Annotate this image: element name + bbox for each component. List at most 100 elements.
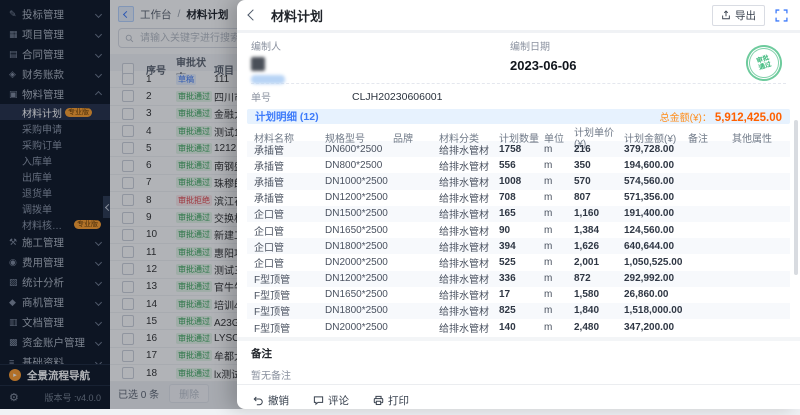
cell-spec: DN1000*2500 — [325, 176, 393, 187]
col-unit: 单位 — [544, 130, 574, 145]
cell-qty: 394 — [499, 241, 544, 252]
cell-category: 给排水管材 — [439, 206, 499, 221]
table-row: 承插管 DN1000*2500 给排水管材 1008 m 570 574,560… — [247, 173, 790, 189]
cell-price: 570 — [574, 176, 624, 187]
cell-category: 给排水管材 — [439, 223, 499, 238]
cell-spec: DN600*2500 — [325, 144, 393, 155]
detail-section-title: 计划明细 (12) — [255, 109, 319, 124]
cell-unit: m — [544, 208, 574, 219]
cell-amount: 292,992.00 — [624, 273, 688, 284]
cell-qty: 140 — [499, 322, 544, 333]
order-label: 单号 — [251, 89, 352, 104]
cell-material-name: 企口管 — [247, 239, 325, 254]
cell-qty: 165 — [499, 208, 544, 219]
cell-category: 给排水管材 — [439, 190, 499, 205]
creator-avatar — [251, 57, 265, 71]
cell-price: 807 — [574, 192, 624, 203]
cell-qty: 825 — [499, 305, 544, 316]
cell-spec: DN2000*2500 — [325, 257, 393, 268]
detail-table: 材料名称 规格型号 品牌 材料分类 计划数量 单位 计划单价(¥) 计划金额(¥… — [247, 124, 790, 335]
drawer-title: 材料计划 — [271, 6, 323, 25]
cell-unit: m — [544, 241, 574, 252]
info-section: 编制人 编制日期 2023-06-06 — [237, 33, 800, 80]
cell-price: 1,580 — [574, 289, 624, 300]
cell-spec: DN1800*2500 — [325, 241, 393, 252]
drawer-header-actions: 导出 — [712, 5, 788, 26]
drawer-back-button[interactable] — [247, 9, 258, 20]
fullscreen-icon — [775, 9, 788, 22]
cell-qty: 525 — [499, 257, 544, 268]
cell-amount: 194,600.00 — [624, 160, 688, 171]
table-row: 承插管 DN1200*2500 给排水管材 708 m 807 571,356.… — [247, 190, 790, 206]
cell-qty: 90 — [499, 225, 544, 236]
cell-qty: 1758 — [499, 144, 544, 155]
cell-spec: DN1800*2500 — [325, 305, 393, 316]
cell-spec: DN1200*2500 — [325, 192, 393, 203]
date-label: 编制日期 — [510, 38, 577, 53]
remark-title: 备注 — [251, 346, 786, 361]
cell-price: 1,160 — [574, 208, 624, 219]
detail-table-header: 材料名称 规格型号 品牌 材料分类 计划数量 单位 计划单价(¥) 计划金额(¥… — [247, 124, 790, 141]
detail-section-banner: 计划明细 (12) 总金额(¥)： 5,912,425.00 — [247, 109, 790, 124]
export-button[interactable]: 导出 — [712, 5, 765, 26]
cell-price: 350 — [574, 160, 624, 171]
col-spec: 规格型号 — [325, 130, 393, 145]
cell-category: 给排水管材 — [439, 320, 499, 335]
cell-amount: 347,200.00 — [624, 322, 688, 333]
cell-material-name: F型顶管 — [247, 271, 325, 286]
cell-qty: 556 — [499, 160, 544, 171]
fullscreen-button[interactable] — [775, 9, 788, 22]
col-remark: 备注 — [688, 130, 732, 145]
col-amount: 计划金额(¥) — [624, 130, 688, 145]
table-row: 企口管 DN1650*2500 给排水管材 90 m 1,384 124,560… — [247, 222, 790, 238]
cell-amount: 124,560.00 — [624, 225, 688, 236]
cell-price: 1,840 — [574, 305, 624, 316]
comment-button[interactable]: 评论 — [313, 393, 349, 408]
cell-unit: m — [544, 176, 574, 187]
export-label: 导出 — [735, 8, 756, 23]
cell-amount: 571,356.00 — [624, 192, 688, 203]
undo-label: 撤销 — [268, 393, 289, 408]
date-value: 2023-06-06 — [510, 58, 577, 73]
print-label: 打印 — [388, 393, 409, 408]
cell-qty: 1008 — [499, 176, 544, 187]
cell-category: 给排水管材 — [439, 271, 499, 286]
col-other: 其他属性 — [732, 130, 790, 145]
cell-amount: 191,400.00 — [624, 208, 688, 219]
cell-spec: DN1200*2500 — [325, 273, 393, 284]
print-button[interactable]: 打印 — [373, 393, 409, 408]
cell-spec: DN1650*2500 — [325, 289, 393, 300]
cell-unit: m — [544, 322, 574, 333]
undo-button[interactable]: 撤销 — [253, 393, 289, 408]
cell-amount: 574,560.00 — [624, 176, 688, 187]
table-row: 承插管 DN800*2500 给排水管材 556 m 350 194,600.0… — [247, 157, 790, 173]
date-block: 编制日期 2023-06-06 — [510, 38, 577, 73]
cell-unit: m — [544, 273, 574, 284]
table-row: 企口管 DN1500*2500 给排水管材 165 m 1,160 191,40… — [247, 206, 790, 222]
total-amount-value: 5,912,425.00 — [715, 112, 782, 124]
remark-empty-text: 暂无备注 — [251, 367, 786, 382]
creator-name-redacted — [251, 75, 285, 84]
cell-spec: DN2000*2500 — [325, 322, 393, 333]
cell-category: 给排水管材 — [439, 287, 499, 302]
cell-price: 1,626 — [574, 241, 624, 252]
print-icon — [373, 395, 384, 406]
drawer-footer: 撤销 评论 打印 — [237, 384, 800, 415]
cell-unit: m — [544, 257, 574, 268]
order-row: 单号 CLJH20230606001 — [237, 87, 800, 109]
material-plan-detail-drawer: 材料计划 导出 编制人 编制日期 2023-06-06 单号 CLJH20230… — [237, 0, 800, 409]
cell-category: 给排水管材 — [439, 158, 499, 173]
cell-amount: 26,860.00 — [624, 289, 688, 300]
cell-spec: DN1650*2500 — [325, 225, 393, 236]
cell-price: 216 — [574, 144, 624, 155]
cell-price: 2,001 — [574, 257, 624, 268]
remark-section: 备注 暂无备注 — [237, 341, 800, 384]
cell-category: 给排水管材 — [439, 303, 499, 318]
cell-material-name: 企口管 — [247, 255, 325, 270]
cell-price: 872 — [574, 273, 624, 284]
cell-material-name: F型顶管 — [247, 303, 325, 318]
drawer-scrollbar[interactable] — [794, 120, 798, 275]
col-qty: 计划数量 — [499, 130, 544, 145]
cell-category: 给排水管材 — [439, 174, 499, 189]
table-row: 企口管 DN2000*2500 给排水管材 525 m 2,001 1,050,… — [247, 254, 790, 270]
